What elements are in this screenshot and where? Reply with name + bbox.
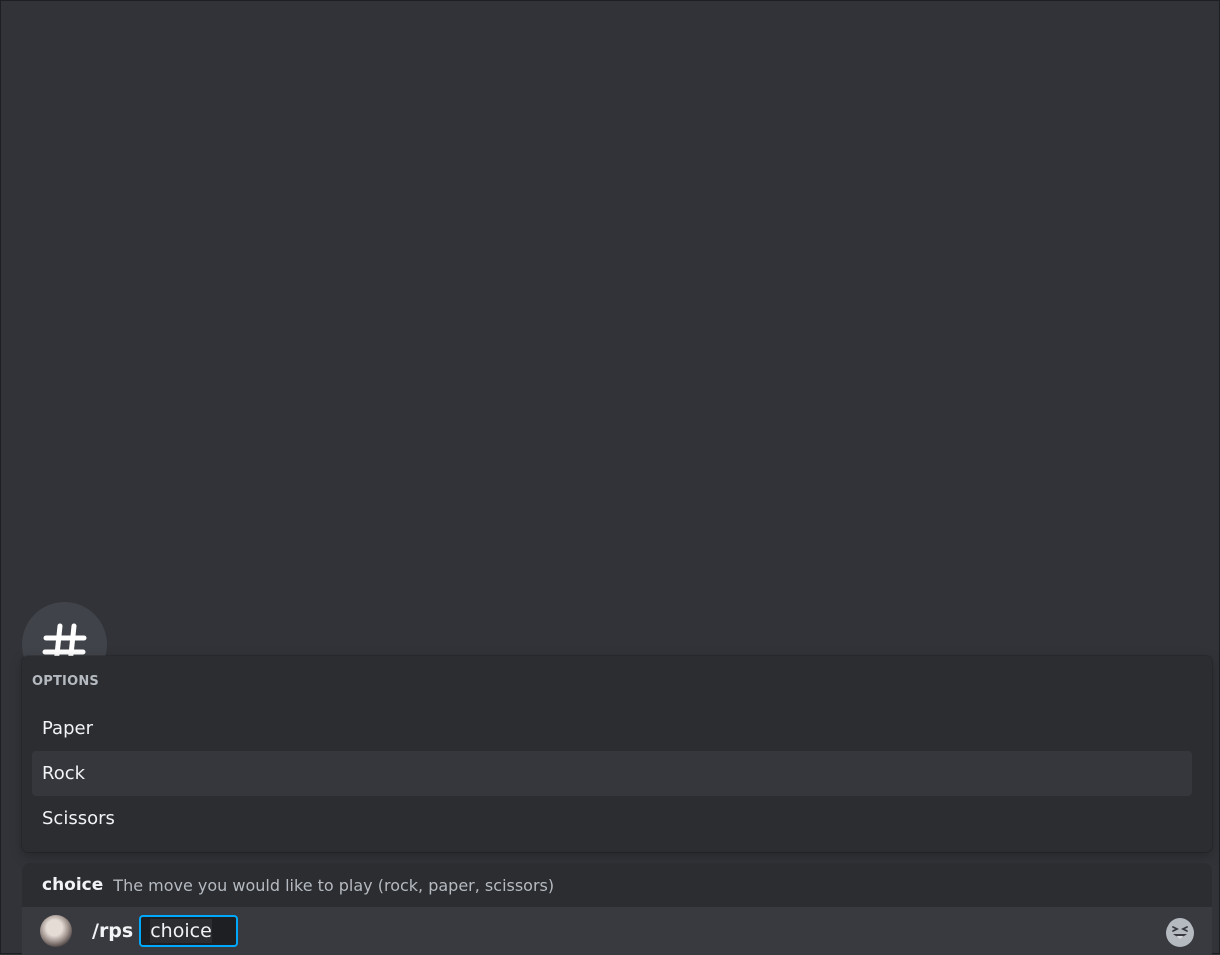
parameter-hint: choice The move you would like to play (… (22, 863, 1212, 907)
option-scissors[interactable]: Scissors (32, 796, 1192, 841)
emoji-button[interactable] (1166, 917, 1194, 949)
option-label: Scissors (42, 808, 115, 829)
parameter-description: The move you would like to play (rock, p… (113, 875, 555, 895)
option-rock[interactable]: Rock (32, 751, 1192, 796)
option-label: Rock (42, 763, 86, 784)
parameter-name: choice (42, 875, 104, 895)
emoji-icon (1166, 917, 1194, 949)
option-label: Paper (42, 718, 93, 739)
option-paper[interactable]: Paper (32, 706, 1192, 751)
slash-command-name: /rps (92, 920, 134, 942)
options-header: OPTIONS (32, 674, 99, 689)
options-autocomplete-popup: OPTIONS Paper Rock Scissors (22, 656, 1212, 852)
command-parameter-label: choice (150, 919, 212, 943)
message-input-bar[interactable]: /rps choice (22, 907, 1212, 955)
avatar (40, 915, 72, 947)
chat-area: OPTIONS Paper Rock Scissors choice The m… (0, 0, 1220, 955)
command-parameter-input[interactable]: choice (139, 915, 239, 947)
